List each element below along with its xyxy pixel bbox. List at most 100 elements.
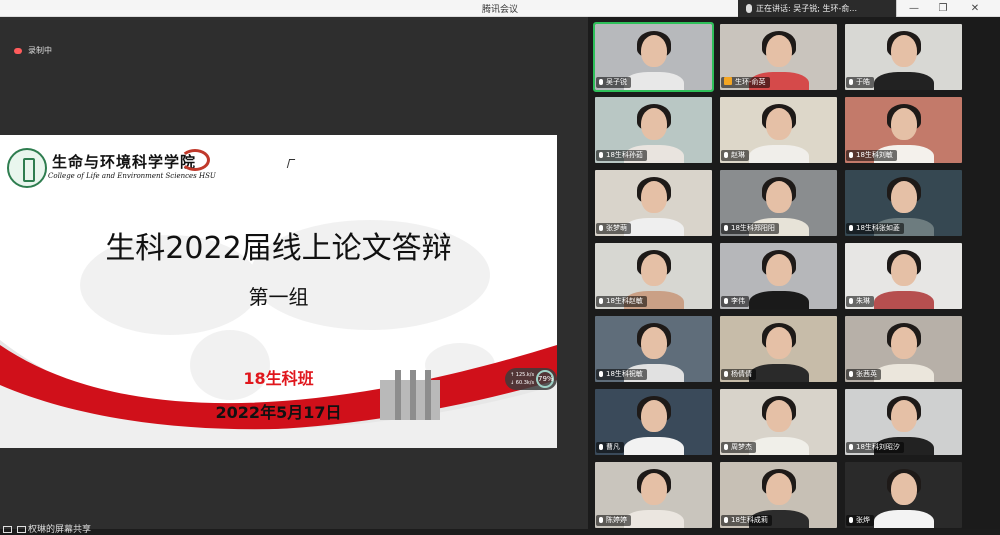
microphone-icon [724,517,728,523]
participant-name-label: 于皓 [846,77,874,88]
participant-name: 于皓 [856,78,870,86]
participant-face [765,254,792,286]
participant-tile[interactable]: 18生科祝敏 [595,316,712,382]
microphone-icon [724,152,728,158]
network-rates: ↑ 125.k/s ↓ 60.3k/s [510,371,534,387]
participant-tile[interactable]: 李伟 [720,243,837,309]
participant-name: 朱琳 [856,297,870,305]
participant-gallery: 吴子锐 生环-俞英 于皓 18生科孙茹 赵琳 18生科刘敏张梦萌 18生科郑阳阳 18生科张如… [588,17,1000,529]
participant-name: 生环-俞英 [735,78,766,86]
speaking-indicator[interactable]: 正在讲话: 吴子锐; 生环-俞... [738,0,896,17]
participant-tile[interactable]: 朱琳 [845,243,962,309]
participant-tile[interactable]: 18生科张如菱 [845,170,962,236]
participant-tile[interactable]: 18生科郑阳阳 [720,170,837,236]
participant-face [640,254,667,286]
participant-tile[interactable]: 曹凡 [595,389,712,455]
participant-face [890,35,917,67]
participant-name: 18生科刘敏 [856,151,893,159]
microphone-icon [849,298,853,304]
participant-tile[interactable]: 18生科成莉 [720,462,837,528]
microphone-icon [849,152,853,158]
participant-name-label: 18生科祝敏 [596,369,647,380]
participant-tile[interactable]: 张茜英 [845,316,962,382]
title-bar: 腾讯会议 正在讲话: 吴子锐; 生环-俞... — ❐ ✕ [0,0,1000,17]
pin-icon [17,526,26,533]
participant-body [873,72,934,90]
microphone-icon [849,79,853,85]
download-rate: ↓ 60.3k/s [510,380,535,386]
participant-name: 杨倩倩 [731,370,752,378]
recording-indicator[interactable]: 录制中 [14,45,52,56]
participant-name-label: 张茜英 [846,369,881,380]
participant-tile[interactable]: 张梦萌 [595,170,712,236]
microphone-icon [599,517,603,523]
participant-tile[interactable]: 张烨 [845,462,962,528]
microphone-icon [599,371,603,377]
participant-name-label: 18生科刘昭汐 [846,442,904,453]
participant-tile[interactable]: 杨倩倩 [720,316,837,382]
participant-tile[interactable]: 周梦杰 [720,389,837,455]
participant-name: 张烨 [856,516,870,524]
participant-tile[interactable]: 吴子锐 [593,22,714,92]
microphone-icon [599,444,603,450]
participant-name: 张梦萌 [606,224,627,232]
microphone-icon [599,152,603,158]
title-separator [896,0,897,17]
microphone-icon [724,225,728,231]
network-speed-widget[interactable]: ↑ 125.k/s ↓ 60.3k/s 79% [505,368,557,390]
participant-body [873,510,934,528]
slide-group: 第一组 [248,285,309,309]
close-icon[interactable]: ✕ [962,0,988,17]
participant-name-label: 曹凡 [596,442,624,453]
presentation-slide: 生命与环境科学学院 College of Life and Environmen… [0,135,557,448]
participant-name-label: 18生科孙茹 [596,150,647,161]
slide-title: 生科2022届线上论文答辩 [105,231,452,266]
microphone-icon [849,517,853,523]
participant-name: 18生科张如菱 [856,224,900,232]
microphone-icon [724,444,728,450]
participant-name-label: 朱琳 [846,296,874,307]
participant-body [873,364,934,382]
participant-name: 赵琳 [731,151,745,159]
participant-name: 18生科赵敏 [606,297,643,305]
participant-name-label: 18生科刘敏 [846,150,897,161]
participant-name-label: 18生科赵敏 [596,296,647,307]
screen-share-label: 权琳的屏幕共享 [28,525,92,535]
participant-face [765,181,792,213]
participant-name-label: 18生科郑阳阳 [721,223,779,234]
upload-rate: ↑ 125.k/s [510,372,535,378]
university-seal-icon [7,148,47,188]
school-name-cn: 生命与环境科学学院 [52,153,197,171]
participant-name: 18生科成莉 [731,516,768,524]
participant-body [873,291,934,309]
participant-name-label: 张烨 [846,515,874,526]
participant-face [890,327,917,359]
shared-screen-stage: 录制中 生命与环境科学学院 College of Life and Enviro… [0,17,588,535]
mouse-cursor-icon [286,159,296,168]
participant-tile[interactable]: 18生科刘昭汐 [845,389,962,455]
participant-name: 18生科刘昭汐 [856,443,900,451]
participant-tile[interactable]: 赵琳 [720,97,837,163]
participant-body [748,437,809,455]
participant-face [765,473,792,505]
participant-tile[interactable]: 18生科孙茹 [595,97,712,163]
participant-body [748,364,809,382]
participant-name-label: 18生科张如菱 [846,223,904,234]
minimize-icon[interactable]: — [901,0,927,17]
participant-tile[interactable]: 18生科刘敏 [845,97,962,163]
participant-tile[interactable]: 生环-俞英 [720,24,837,90]
participant-tile[interactable]: 18生科赵敏 [595,243,712,309]
participant-face [640,400,667,432]
participant-body [623,437,684,455]
participant-face [765,108,792,140]
participant-tile[interactable]: 陈婷婷 [595,462,712,528]
participant-body [623,510,684,528]
participant-name-label: 杨倩倩 [721,369,756,380]
maximize-icon[interactable]: ❐ [930,0,956,17]
participant-body [748,291,809,309]
participant-tile[interactable]: 于皓 [845,24,962,90]
participant-name-label: 吴子锐 [596,77,631,88]
participant-name: 李伟 [731,297,745,305]
microphone-icon [599,79,603,85]
host-icon [724,77,732,85]
